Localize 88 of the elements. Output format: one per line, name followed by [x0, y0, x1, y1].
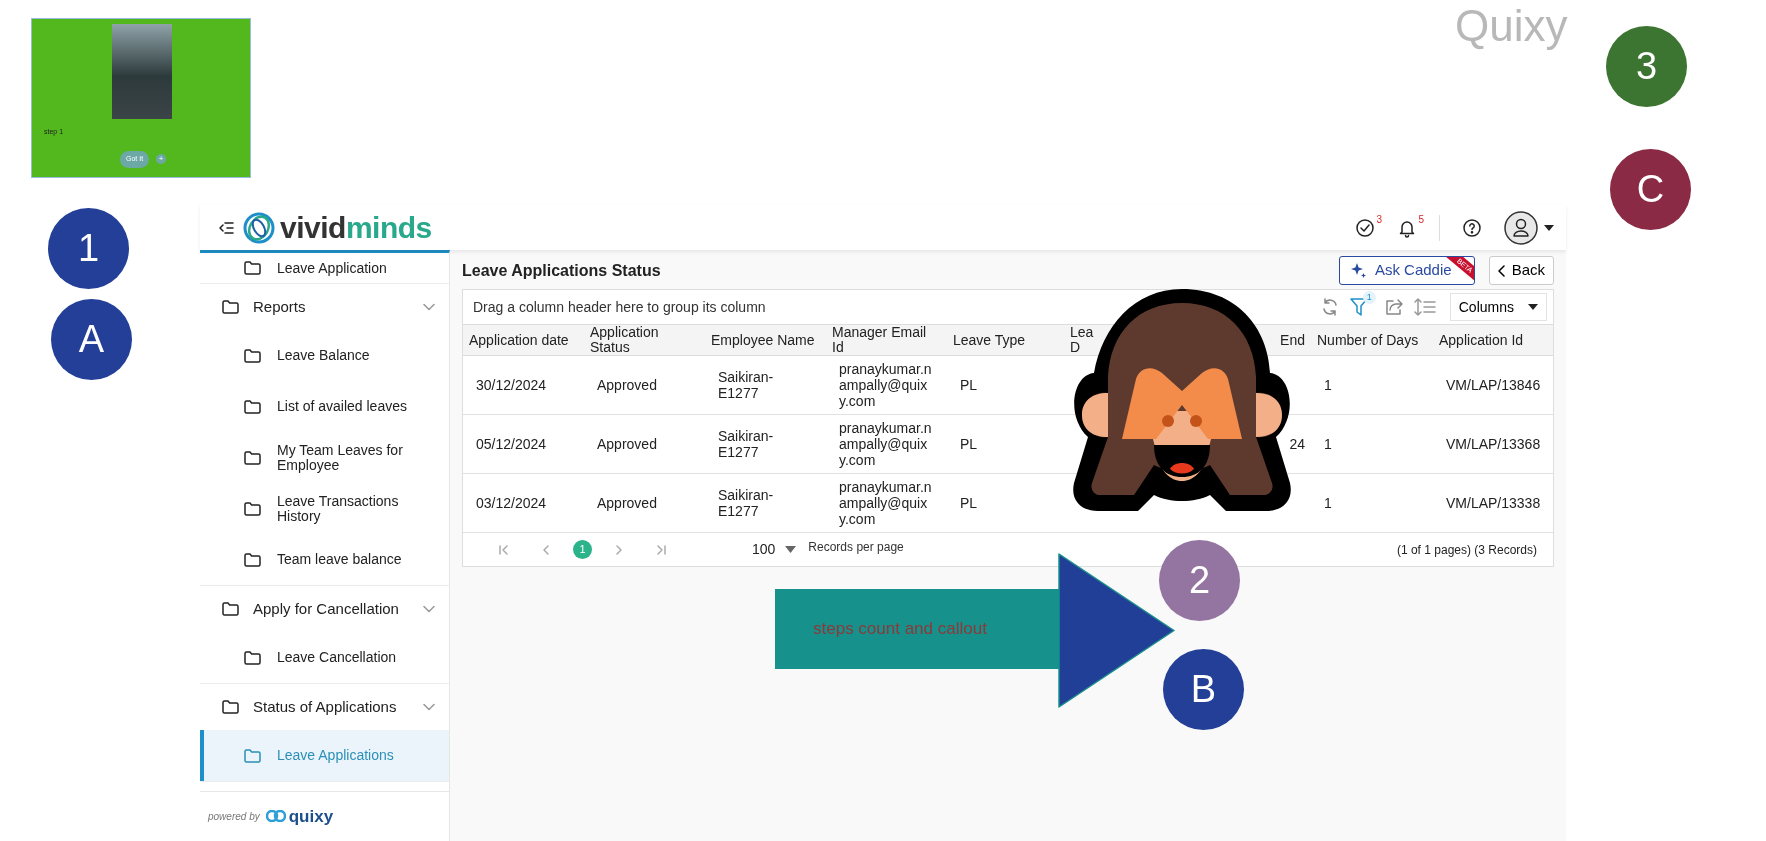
folder-icon — [222, 700, 239, 714]
column-header[interactable]: Number of Days — [1311, 325, 1433, 355]
filter-count: 1 — [1362, 291, 1376, 304]
menu-collapse-icon[interactable] — [218, 220, 234, 235]
line-height-icon[interactable] — [1413, 297, 1436, 317]
logo-text: vividminds — [280, 212, 432, 243]
page-title: Leave Applications Status — [462, 260, 661, 281]
sidebar-group[interactable]: Apply for Cancellation — [200, 586, 449, 632]
table-cell-text: VM/LAP/13368 — [1445, 435, 1542, 454]
folder-icon — [244, 399, 261, 414]
page-size-dropdown[interactable]: 100 — [752, 539, 797, 560]
task-count: 3 — [1376, 212, 1382, 227]
table-cell-text: 03/12/2024 — [475, 494, 548, 513]
sidebar-item[interactable]: Team leave balance — [200, 534, 449, 585]
sidebar-item[interactable]: List of availed leaves — [200, 381, 449, 432]
caret-icon[interactable] — [1544, 224, 1554, 231]
column-header[interactable]: Lea D — [1070, 325, 1094, 355]
sidebar-group[interactable]: Status of Applications — [200, 684, 449, 730]
table-cell-text: PL — [959, 376, 979, 395]
share-icon[interactable] — [1383, 297, 1404, 317]
caret-icon — [785, 546, 797, 553]
table-cell-text: pranaykumar.nampally@quixy.com — [838, 419, 933, 470]
back-button[interactable]: Back — [1488, 256, 1554, 285]
table-cell-text: PL — [959, 435, 979, 454]
table-cell-text: 30/12/2024 — [475, 376, 548, 395]
column-header[interactable]: Employee Name — [705, 325, 826, 355]
sidebar-item[interactable]: Leave Transactions History — [200, 483, 449, 534]
quixy-logo: quixy — [265, 803, 334, 829]
chevron-left-icon — [1497, 264, 1506, 277]
sparkle-icon — [1349, 262, 1367, 279]
table-cell-text: 24 — [1288, 435, 1306, 454]
table-cell-text: VM/LAP/13338 — [1445, 494, 1542, 513]
folder-icon — [244, 650, 261, 665]
column-header[interactable]: Application date — [463, 325, 584, 355]
table-cell-text: Saikiran-E1277 — [717, 486, 775, 521]
swirl-logo-icon — [242, 210, 276, 245]
table-cell-text: Saikiran-E1277 — [717, 427, 775, 462]
folder-icon — [244, 501, 261, 516]
first-page-icon[interactable] — [497, 543, 511, 556]
table-cell-text: 1 — [1323, 376, 1333, 395]
records-per-page-label: Records per page — [808, 538, 904, 556]
powered-by-text: powered by — [208, 809, 260, 824]
help-icon[interactable] — [1462, 217, 1482, 238]
table-cell-text: 1 — [1323, 435, 1333, 454]
sidebar-item[interactable]: Leave Application — [200, 253, 449, 283]
sidebar-item[interactable]: My Team Leaves for Employee — [200, 432, 449, 483]
folder-icon — [244, 552, 261, 567]
sidebar-item[interactable]: Leave Balance — [200, 330, 449, 381]
folder-icon — [244, 348, 261, 363]
filter-icon[interactable] — [1349, 297, 1368, 317]
chevron-down-icon[interactable] — [423, 605, 435, 613]
step-marker: A — [51, 299, 132, 380]
table-cell-text: Approved — [596, 494, 658, 513]
step-marker: 3 — [1606, 26, 1687, 107]
pagination-summary: (1 of 1 pages) (3 Records) — [1396, 541, 1537, 559]
table-cell-text: VM/LAP/13846 — [1445, 376, 1542, 395]
folder-icon — [222, 300, 239, 314]
last-page-icon[interactable] — [654, 543, 668, 556]
brand-text: Quixy — [1455, 2, 1568, 51]
sidebar-group[interactable]: Reports — [200, 284, 449, 330]
table-cell-text: pranaykumar.nampally@quixy.com — [838, 360, 933, 411]
chevron-down-icon[interactable] — [423, 303, 435, 311]
folder-icon — [244, 261, 261, 275]
caret-icon — [1528, 304, 1538, 310]
column-header[interactable]: Leave Type — [947, 325, 1068, 355]
step-marker: C — [1610, 149, 1691, 230]
column-header[interactable]: End — [1280, 332, 1305, 348]
table-cell-text: Approved — [596, 435, 658, 454]
column-header[interactable]: Application Id — [1433, 325, 1555, 355]
table-cell-text: Approved — [596, 376, 658, 395]
column-header[interactable]: Application Status — [584, 325, 705, 355]
avatar-icon[interactable] — [1504, 210, 1538, 245]
notification-count: 5 — [1418, 212, 1424, 227]
folder-icon — [244, 748, 261, 763]
step-marker: 1 — [48, 208, 129, 289]
sidebar-item[interactable]: Leave Cancellation — [200, 632, 449, 683]
table-cell-text: PL — [959, 494, 979, 513]
table-cell-text: pranaykumar.nampally@quixy.com — [838, 478, 933, 529]
table-cell-text: Saikiran-E1277 — [717, 368, 775, 403]
table-cell-text: 05/12/2024 — [475, 435, 548, 454]
table-cell-text: 1 — [1323, 494, 1333, 513]
columns-dropdown[interactable]: Columns — [1449, 293, 1547, 321]
folder-icon — [222, 602, 239, 616]
column-header[interactable]: Manager Email Id — [826, 325, 947, 355]
check-circle-icon[interactable] — [1355, 217, 1375, 238]
group-hint-text: Drag a column header here to group its column — [473, 297, 766, 317]
folder-icon — [244, 450, 261, 465]
chevron-down-icon[interactable] — [423, 703, 435, 711]
